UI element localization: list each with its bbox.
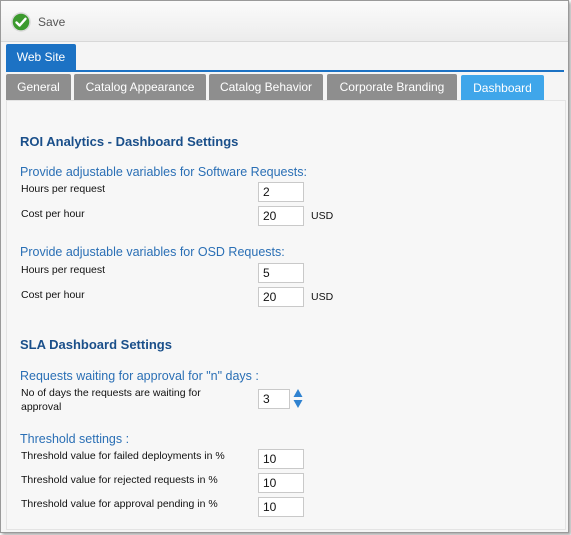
tab-dashboard[interactable]: Dashboard — [461, 75, 544, 101]
software-hours-label: Hours per request — [21, 183, 106, 195]
software-hours-input[interactable] — [258, 182, 304, 202]
waiting-days-input[interactable] — [258, 389, 290, 409]
osd-cost-label: Cost per hour — [21, 289, 85, 301]
osd-hours-label: Hours per request — [21, 264, 106, 276]
failed-deployments-label: Threshold value for failed deployments i… — [21, 450, 225, 462]
rejected-requests-label: Threshold value for rejected requests in… — [21, 474, 218, 486]
settings-window: Save Web Site General Catalog Appearance… — [0, 0, 569, 533]
waiting-days-label-line2: approval — [21, 401, 62, 413]
rejected-requests-input[interactable] — [258, 473, 304, 493]
roi-section-title: ROI Analytics - Dashboard Settings — [20, 134, 239, 149]
tab-strip-divider — [6, 70, 564, 72]
waiting-days-label: No of days the requests are waiting for … — [21, 386, 201, 414]
waiting-days-label-line1: No of days the requests are waiting for — [21, 387, 201, 399]
save-button[interactable]: Save — [11, 11, 65, 33]
tab-web-site[interactable]: Web Site — [6, 44, 76, 70]
approval-pending-label: Threshold value for approval pending in … — [21, 498, 218, 510]
tab-general[interactable]: General — [6, 74, 71, 100]
waiting-approval-heading: Requests waiting for approval for "n" da… — [20, 369, 259, 383]
check-circle-icon — [11, 12, 31, 32]
osd-hours-input[interactable] — [258, 263, 304, 283]
osd-cost-unit: USD — [311, 291, 334, 303]
tab-catalog-appearance[interactable]: Catalog Appearance — [74, 74, 206, 100]
threshold-heading: Threshold settings : — [20, 432, 130, 446]
sla-section-title: SLA Dashboard Settings — [20, 337, 172, 352]
up-down-arrows-icon[interactable] — [293, 388, 303, 410]
dashboard-settings-panel: ROI Analytics - Dashboard Settings Provi… — [6, 100, 566, 530]
osd-requests-heading: Provide adjustable variables for OSD Req… — [20, 245, 285, 259]
failed-deployments-input[interactable] — [258, 449, 304, 469]
software-cost-unit: USD — [311, 210, 334, 222]
tab-corporate-branding[interactable]: Corporate Branding — [327, 74, 457, 100]
tab-catalog-behavior[interactable]: Catalog Behavior — [209, 74, 323, 100]
save-label: Save — [38, 15, 66, 29]
toolbar: Save — [1, 1, 568, 42]
software-cost-input[interactable] — [258, 206, 304, 226]
software-requests-heading: Provide adjustable variables for Softwar… — [20, 165, 307, 179]
software-cost-label: Cost per hour — [21, 208, 85, 220]
approval-pending-input[interactable] — [258, 497, 304, 517]
osd-cost-input[interactable] — [258, 287, 304, 307]
